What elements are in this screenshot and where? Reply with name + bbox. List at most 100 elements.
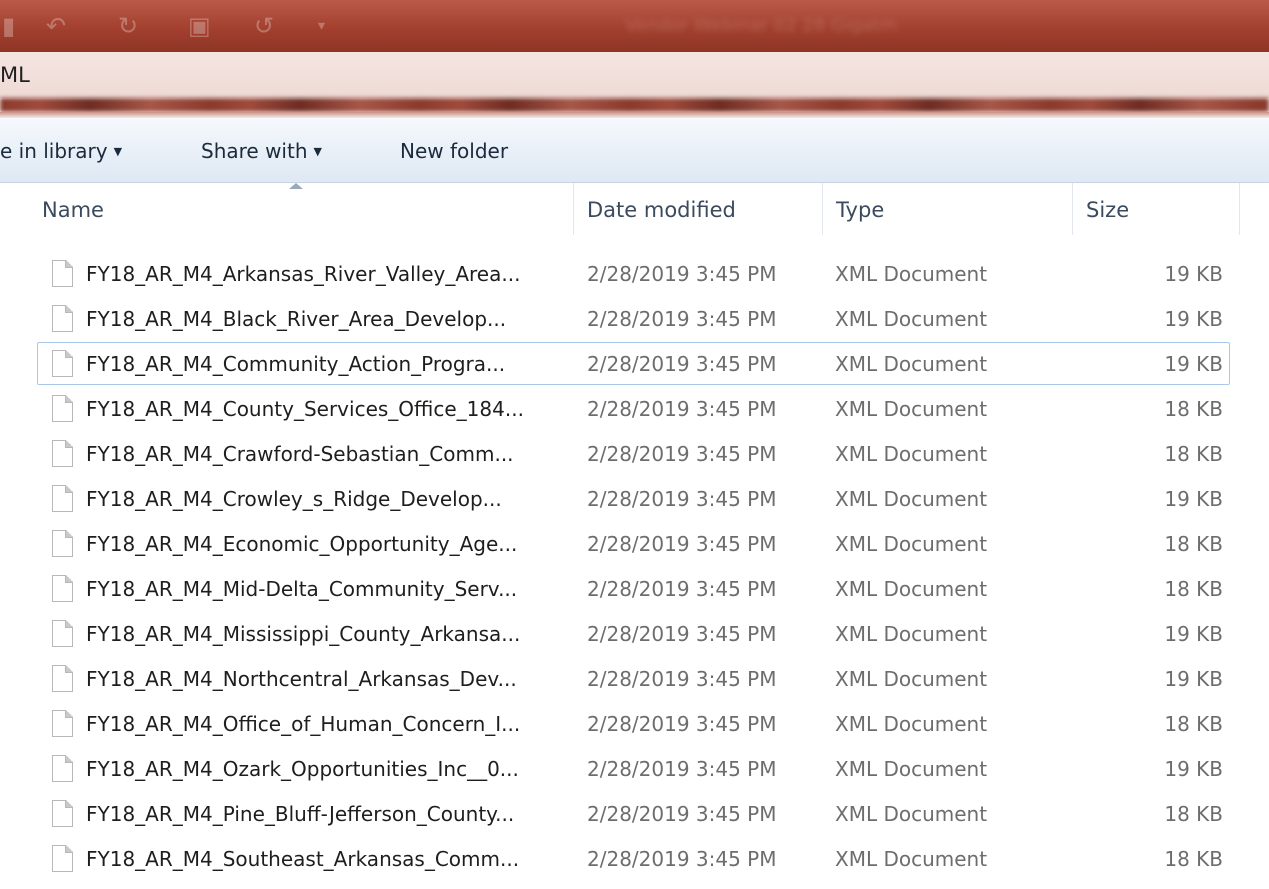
caret-down-icon: ▼ bbox=[313, 145, 322, 158]
file-size: 19 KB bbox=[1164, 262, 1223, 286]
file-icon bbox=[52, 665, 73, 692]
file-name: FY18_AR_M4_County_Services_Office_184... bbox=[86, 397, 524, 421]
file-type: XML Document bbox=[835, 667, 988, 691]
file-type: XML Document bbox=[835, 442, 988, 466]
file-size: 19 KB bbox=[1164, 487, 1223, 511]
file-icon bbox=[52, 845, 73, 872]
redo-icon[interactable]: ↻ bbox=[118, 10, 138, 42]
file-icon bbox=[52, 800, 73, 827]
file-date-modified: 2/28/2019 3:45 PM bbox=[587, 667, 777, 691]
column-header: Name Date modified Type Size bbox=[0, 183, 1269, 235]
save-icon[interactable]: ▮ bbox=[2, 10, 15, 42]
undo-icon[interactable]: ↶ bbox=[46, 10, 66, 42]
file-icon bbox=[52, 395, 73, 422]
refresh-icon[interactable]: ↺ bbox=[254, 10, 274, 42]
sort-ascending-icon bbox=[289, 183, 303, 189]
file-size: 19 KB bbox=[1164, 667, 1223, 691]
caret-down-icon: ▼ bbox=[113, 145, 123, 158]
file-icon bbox=[52, 755, 73, 782]
file-row[interactable]: FY18_AR_M4_Black_River_Area_Develop... 2… bbox=[37, 297, 1230, 340]
file-row[interactable]: FY18_AR_M4_Mid-Delta_Community_Serv... 2… bbox=[37, 567, 1230, 610]
file-row[interactable]: FY18_AR_M4_Crowley_s_Ridge_Develop... 2/… bbox=[37, 477, 1230, 520]
file-date-modified: 2/28/2019 3:45 PM bbox=[587, 352, 777, 376]
file-row-focused[interactable]: FY18_AR_M4_Community_Action_Progra... 2/… bbox=[37, 342, 1230, 385]
file-name: FY18_AR_M4_Crowley_s_Ridge_Develop... bbox=[86, 487, 502, 511]
column-header-date-modified[interactable]: Date modified bbox=[587, 197, 736, 223]
column-header-name[interactable]: Name bbox=[42, 197, 104, 223]
file-type: XML Document bbox=[835, 532, 988, 556]
file-type: XML Document bbox=[835, 487, 988, 511]
column-header-type[interactable]: Type bbox=[836, 197, 884, 223]
command-bar: e in library ▼ Share with ▼ New folder bbox=[0, 118, 1269, 183]
file-row[interactable]: FY18_AR_M4_Office_of_Human_Concern_I... … bbox=[37, 702, 1230, 745]
include-in-library-button[interactable]: e in library ▼ bbox=[0, 138, 122, 164]
file-size: 19 KB bbox=[1164, 757, 1223, 781]
file-size: 18 KB bbox=[1164, 712, 1223, 736]
ribbon-label: ML bbox=[0, 63, 30, 87]
ribbon-tab-strip: ML bbox=[0, 52, 1269, 98]
file-date-modified: 2/28/2019 3:45 PM bbox=[587, 532, 777, 556]
file-name: FY18_AR_M4_Pine_Bluff-Jefferson_County..… bbox=[86, 802, 515, 826]
column-divider[interactable] bbox=[822, 183, 823, 235]
file-row[interactable]: FY18_AR_M4_Pine_Bluff-Jefferson_County..… bbox=[37, 792, 1230, 835]
file-size: 19 KB bbox=[1164, 307, 1223, 331]
file-type: XML Document bbox=[835, 352, 988, 376]
new-folder-button[interactable]: New folder bbox=[400, 138, 508, 164]
file-row[interactable]: FY18_AR_M4_Economic_Opportunity_Age... 2… bbox=[37, 522, 1230, 565]
file-type: XML Document bbox=[835, 712, 988, 736]
file-size: 18 KB bbox=[1164, 577, 1223, 601]
file-row[interactable]: FY18_AR_M4_Northcentral_Arkansas_Dev... … bbox=[37, 657, 1230, 700]
file-name: FY18_AR_M4_Mississippi_County_Arkansa... bbox=[86, 622, 521, 646]
file-name: FY18_AR_M4_Crawford-Sebastian_Comm... bbox=[86, 442, 514, 466]
file-size: 18 KB bbox=[1164, 532, 1223, 556]
column-header-size[interactable]: Size bbox=[1086, 197, 1129, 223]
file-date-modified: 2/28/2019 3:45 PM bbox=[587, 307, 777, 331]
window-title-bar: ▮ ↶ ↻ ▣ ↺ ▾ Vendor Webinar 02 28 Gigatm bbox=[0, 0, 1269, 52]
file-date-modified: 2/28/2019 3:45 PM bbox=[587, 397, 777, 421]
file-name: FY18_AR_M4_Arkansas_River_Valley_Area... bbox=[86, 262, 521, 286]
file-icon bbox=[52, 305, 73, 332]
customize-dropdown-icon[interactable]: ▾ bbox=[318, 10, 325, 42]
file-name: FY18_AR_M4_Mid-Delta_Community_Serv... bbox=[86, 577, 518, 601]
file-type: XML Document bbox=[835, 577, 988, 601]
file-name: FY18_AR_M4_Community_Action_Progra... bbox=[86, 352, 506, 376]
file-name: FY18_AR_M4_Northcentral_Arkansas_Dev... bbox=[86, 667, 517, 691]
file-type: XML Document bbox=[835, 757, 988, 781]
file-date-modified: 2/28/2019 3:45 PM bbox=[587, 622, 777, 646]
share-with-button[interactable]: Share with ▼ bbox=[201, 138, 322, 164]
file-row[interactable]: FY18_AR_M4_Ozark_Opportunities_Inc__0...… bbox=[37, 747, 1230, 790]
file-date-modified: 2/28/2019 3:45 PM bbox=[587, 802, 777, 826]
include-in-library-label: e in library bbox=[0, 139, 108, 163]
file-row[interactable]: FY18_AR_M4_Arkansas_River_Valley_Area...… bbox=[37, 252, 1230, 295]
print-icon[interactable]: ▣ bbox=[188, 10, 211, 42]
file-date-modified: 2/28/2019 3:45 PM bbox=[587, 847, 777, 871]
file-name: FY18_AR_M4_Office_of_Human_Concern_I... bbox=[86, 712, 521, 736]
file-row[interactable]: FY18_AR_M4_Southeast_Arkansas_Comm... 2/… bbox=[37, 837, 1230, 880]
column-divider[interactable] bbox=[1239, 183, 1240, 235]
file-date-modified: 2/28/2019 3:45 PM bbox=[587, 757, 777, 781]
file-type: XML Document bbox=[835, 622, 988, 646]
file-size: 18 KB bbox=[1164, 397, 1223, 421]
file-row[interactable]: FY18_AR_M4_Crawford-Sebastian_Comm... 2/… bbox=[37, 432, 1230, 475]
file-type: XML Document bbox=[835, 397, 988, 421]
new-folder-label: New folder bbox=[400, 139, 509, 163]
file-icon bbox=[52, 350, 73, 377]
file-date-modified: 2/28/2019 3:45 PM bbox=[587, 487, 777, 511]
file-type: XML Document bbox=[835, 307, 988, 331]
file-icon bbox=[52, 575, 73, 602]
file-icon bbox=[52, 440, 73, 467]
file-row[interactable]: FY18_AR_M4_Mississippi_County_Arkansa...… bbox=[37, 612, 1230, 655]
file-size: 18 KB bbox=[1164, 802, 1223, 826]
ribbon-commands-blurred bbox=[0, 98, 1269, 112]
file-size: 18 KB bbox=[1164, 847, 1223, 871]
column-divider[interactable] bbox=[573, 183, 574, 235]
file-date-modified: 2/28/2019 3:45 PM bbox=[587, 712, 777, 736]
file-name: FY18_AR_M4_Black_River_Area_Develop... bbox=[86, 307, 507, 331]
file-row[interactable]: FY18_AR_M4_County_Services_Office_184...… bbox=[37, 387, 1230, 430]
file-date-modified: 2/28/2019 3:45 PM bbox=[587, 262, 777, 286]
file-type: XML Document bbox=[835, 847, 988, 871]
file-name: FY18_AR_M4_Economic_Opportunity_Age... bbox=[86, 532, 518, 556]
file-type: XML Document bbox=[835, 262, 988, 286]
column-divider[interactable] bbox=[1072, 183, 1073, 235]
file-date-modified: 2/28/2019 3:45 PM bbox=[587, 577, 777, 601]
